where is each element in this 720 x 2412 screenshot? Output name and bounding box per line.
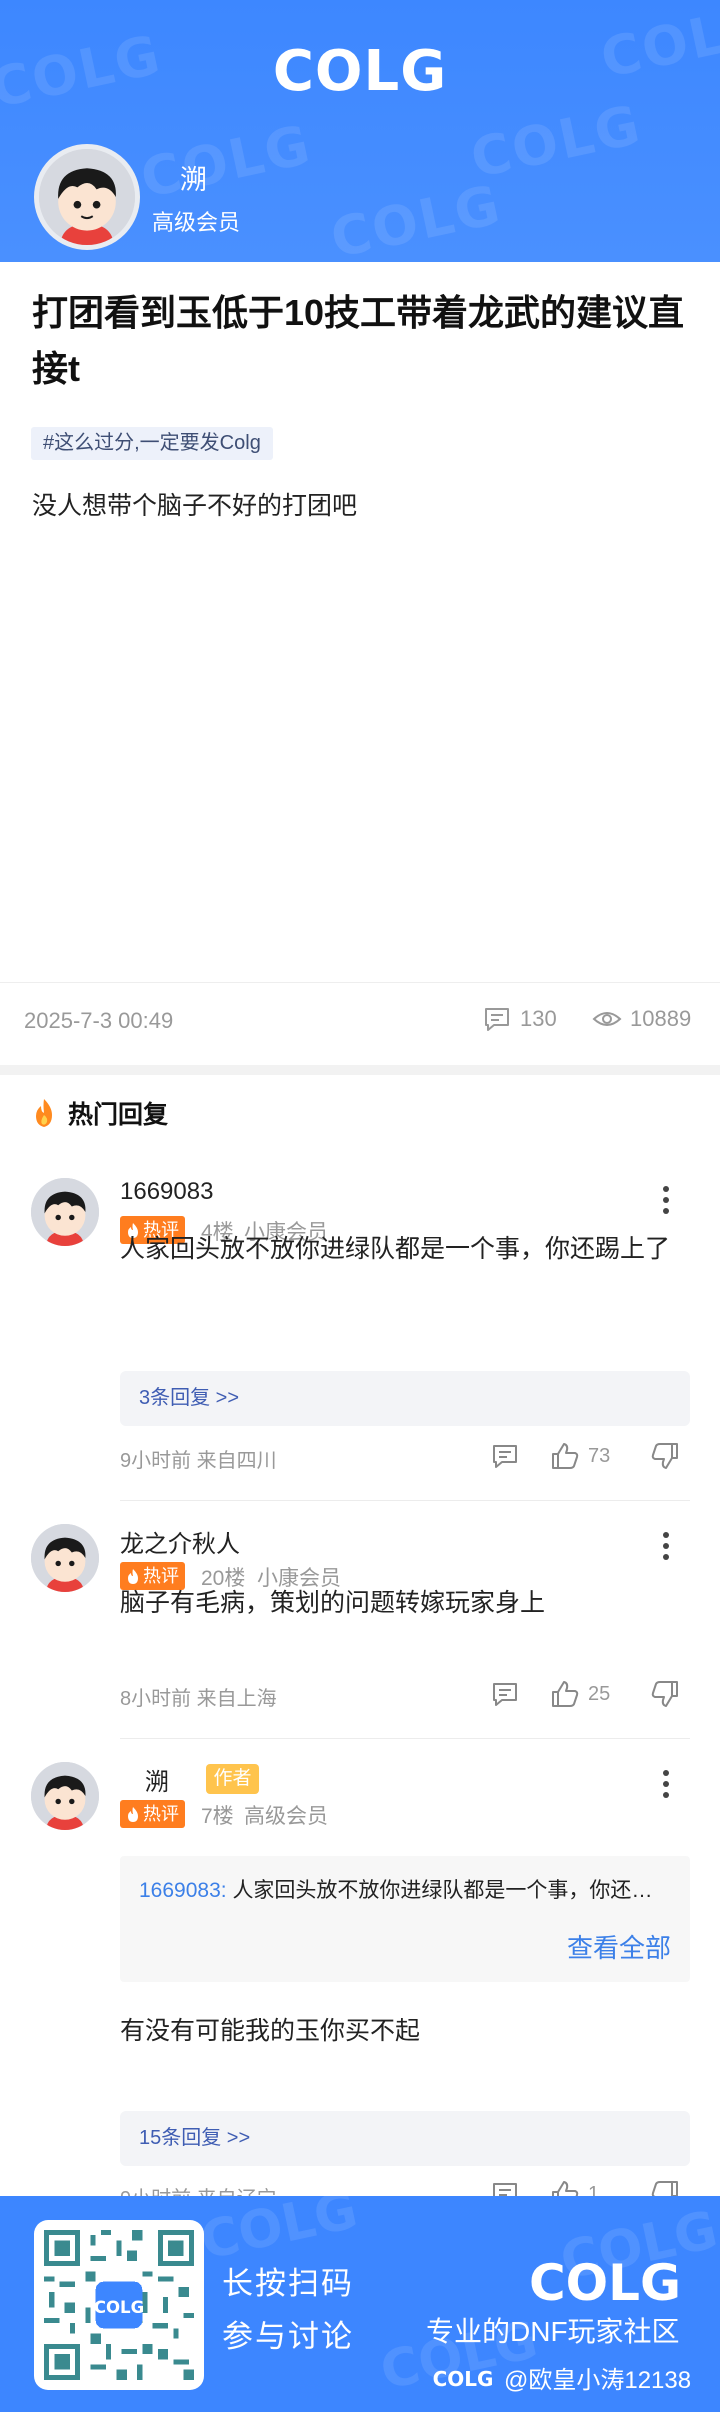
divider [0, 982, 720, 983]
hot-replies-title: 热门回复 [68, 1101, 169, 1129]
post-date: 2025-7-3 00:49 [24, 1008, 174, 1033]
comment-icon [485, 1008, 509, 1031]
qr-code[interactable]: COLG [34, 2220, 204, 2390]
colg-mini-logo: COLG [433, 2367, 494, 2390]
quoted-text: 1669083: 人家回头放不放你进绿队都是一个事，你还踢上了 [139, 1874, 671, 1904]
avatar[interactable] [31, 1178, 99, 1246]
commenter-name[interactable]: 溯 [145, 1762, 169, 1797]
post-title: 打团看到玉低于10技工带着龙武的建议直接t [32, 292, 685, 389]
comments-count: 130 [520, 1006, 557, 1031]
like-count: 73 [588, 1444, 611, 1467]
more-icon[interactable] [656, 1529, 676, 1565]
thumb-down-icon [651, 1681, 678, 1707]
user-avatar[interactable] [34, 144, 140, 250]
like-button[interactable]: 25 [550, 1680, 610, 1708]
view-all-link[interactable]: 查看全部 [567, 1928, 671, 1965]
comment-text: 有没有可能我的玉你买不起 [120, 2017, 421, 2045]
credit-text: @欧皇小涛12138 [504, 2367, 692, 2394]
commenter-name[interactable]: 龙之介秋人 [120, 1524, 240, 1559]
views-count: 10889 [630, 1006, 692, 1031]
hot-badge: 热评 [120, 1800, 185, 1828]
quoted-reply[interactable]: 1669083: 人家回头放不放你进绿队都是一个事，你还踢上了 查看全部 [120, 1856, 690, 1982]
member-level: 高级会员 [244, 1805, 328, 1828]
watermark: COLG [0, 22, 167, 121]
author-credit: COLG @欧皇小涛12138 [428, 2360, 692, 2395]
comment-time: 9小时前 来自四川 [120, 1450, 277, 1472]
fire-icon [36, 1099, 52, 1127]
thumb-up-icon [552, 1443, 579, 1469]
avatar[interactable] [31, 1762, 99, 1830]
author-badge: 作者 [206, 1764, 259, 1794]
colg-logo: COLG [270, 38, 450, 104]
floor-number: 7楼 [201, 1805, 234, 1828]
user-level: 高级会员 [152, 210, 241, 235]
svg-text:COLG: COLG [94, 2298, 144, 2317]
eye-icon [592, 1012, 622, 1026]
comment-text: 脑子有毛病，策划的问题转嫁玩家身上 [120, 1589, 546, 1617]
comment-text: 人家回头放不放你进绿队都是一个事，你还踢上了 [120, 1235, 671, 1263]
topic-tag[interactable]: #这么过分,一定要发Colg [31, 427, 273, 460]
divider [120, 1500, 690, 1501]
svg-text:COLG: COLG [433, 2367, 494, 2390]
divider [120, 1738, 690, 1739]
hot-replies-header: 热门回复 [30, 1095, 168, 1131]
svg-text:COLG: COLG [273, 39, 447, 104]
dislike-button[interactable] [650, 1442, 680, 1470]
comments-stat[interactable]: 130 [482, 1005, 557, 1033]
hot-badge-label: 热评 [143, 1804, 179, 1824]
dislike-button[interactable] [650, 1680, 680, 1708]
reply-button[interactable] [490, 1442, 520, 1470]
commenter-name[interactable]: 1669083 [120, 1178, 213, 1206]
quoted-user[interactable]: 1669083: [139, 1879, 227, 1902]
like-button[interactable]: 73 [550, 1442, 610, 1470]
scan-hint-line1: 长按扫码 [222, 2266, 354, 2301]
comment-icon [493, 1683, 517, 1706]
share-footer: COLG COLG COLG COLG 长按扫码 参与讨论 COLG 专业的DN… [0, 2196, 720, 2412]
svg-text:COLG: COLG [529, 2254, 681, 2310]
user-name[interactable]: 溯 [180, 158, 207, 197]
comment-icon [493, 1445, 517, 1468]
thumb-down-icon [651, 1443, 678, 1469]
watermark: COLG [135, 112, 317, 211]
avatar[interactable] [31, 1524, 99, 1592]
footer-slogan: 专业的DNF玩家社区 [426, 2316, 680, 2347]
replies-link[interactable]: 15条回复 >> [120, 2111, 690, 2166]
section-separator [0, 1065, 720, 1075]
colg-logo: COLG [525, 2252, 685, 2312]
like-count: 25 [588, 1682, 611, 1705]
profile-header: COLG COLG COLG COLG COLG COLG 溯 高级会员 [0, 0, 720, 262]
thumb-up-icon [552, 1681, 579, 1707]
watermark: COLG [595, 0, 720, 91]
scan-hint-line2: 参与讨论 [222, 2319, 354, 2354]
more-icon[interactable] [656, 1767, 676, 1803]
comment-time: 8小时前 来自上海 [120, 1688, 277, 1710]
replies-link[interactable]: 3条回复 >> [120, 1371, 690, 1426]
reply-button[interactable] [490, 1680, 520, 1708]
views-stat: 10889 [592, 1005, 691, 1033]
watermark: COLG [325, 172, 507, 262]
post-body: 没人想带个脑子不好的打团吧 [32, 492, 358, 520]
quoted-content: 人家回头放不放你进绿队都是一个事，你还踢上了 [232, 1879, 671, 1902]
fire-icon [128, 1806, 138, 1822]
more-icon[interactable] [656, 1183, 676, 1219]
